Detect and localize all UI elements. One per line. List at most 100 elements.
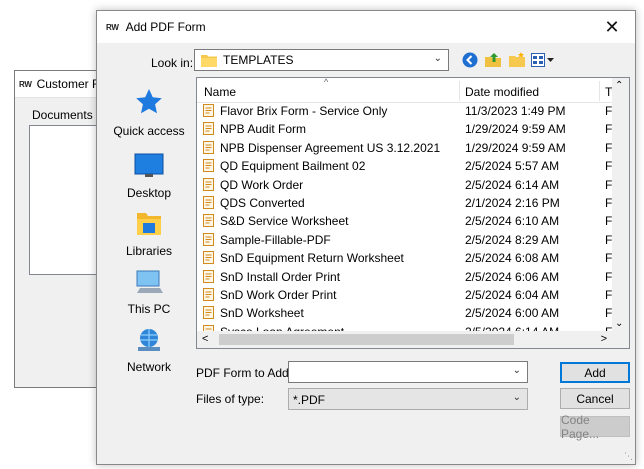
file-date-modified: 2/5/2024 6:14 AM	[465, 177, 560, 192]
places-bar: Quick access Desktop Libraries This PC N…	[105, 77, 193, 374]
computer-icon	[136, 270, 163, 293]
desktop-icon	[134, 153, 164, 177]
chevron-down-icon: ⌄	[512, 392, 521, 403]
file-row[interactable]: QD Work Order2/5/2024 6:14 AMFo	[197, 176, 629, 194]
look-in-label: Look in:	[151, 56, 194, 70]
file-row[interactable]: Sample-Fillable-PDF2/5/2024 8:29 AMFo	[197, 231, 629, 249]
file-date-modified: 2/5/2024 8:29 AM	[465, 232, 560, 247]
file-row[interactable]: QDS Converted2/1/2024 2:16 PMFo	[197, 194, 629, 212]
background-window-title: Customer F	[36, 77, 100, 91]
file-date-modified: 1/29/2024 9:59 AM	[465, 122, 566, 137]
file-row[interactable]: SnD Work Order Print2/5/2024 6:04 AMFo	[197, 286, 629, 304]
file-list[interactable]: Name ^ Date modified Ty Flavor Brix Form…	[196, 77, 630, 349]
place-label: Desktop	[126, 186, 172, 200]
cancel-button[interactable]: Cancel	[560, 388, 630, 409]
back-button[interactable]	[461, 51, 479, 69]
file-name: SnD Install Order Print	[220, 269, 341, 284]
place-label: Quick access	[113, 124, 185, 138]
pdf-file-icon	[203, 177, 214, 191]
file-name: SnD Equipment Return Worksheet	[220, 251, 404, 266]
pdf-form-to-add-label: PDF Form to Add	[196, 366, 289, 380]
file-name: NPB Audit Form	[220, 122, 307, 137]
file-list-header: Name ^ Date modified Ty	[197, 78, 629, 103]
file-row[interactable]: SnD Worksheet2/5/2024 6:00 AMFo	[197, 304, 629, 322]
back-arrow-icon	[462, 52, 478, 68]
file-row[interactable]: SnD Install Order Print2/5/2024 6:06 AMF…	[197, 268, 629, 286]
place-label: This PC	[127, 302, 171, 316]
column-header-name[interactable]: Name	[204, 85, 236, 99]
place-label: Network	[126, 360, 171, 374]
column-divider[interactable]	[599, 81, 600, 101]
add-pdf-form-dialog: RW Add PDF Form ✕ Look in: TEMPLATES ⌄ Q…	[96, 10, 636, 465]
file-name: QDS Converted	[220, 195, 305, 210]
app-logo-icon: RW	[19, 79, 32, 89]
pdf-file-icon	[203, 251, 214, 265]
file-date-modified: 2/5/2024 6:06 AM	[465, 269, 560, 284]
file-date-modified: 2/1/2024 2:16 PM	[465, 195, 560, 210]
files-of-type-value: *.PDF	[293, 393, 326, 407]
file-name: Flavor Brix Form - Service Only	[220, 104, 388, 118]
pdf-file-icon	[203, 287, 214, 301]
sort-ascending-icon: ^	[324, 77, 329, 87]
file-date-modified: 2/5/2024 6:08 AM	[465, 251, 560, 266]
file-row[interactable]: QD Equipment Bailment 02 2/5/2024 5:57 AM…	[197, 157, 629, 175]
file-row[interactable]: SnD Equipment Return Worksheet 2/5/2024 6…	[197, 249, 629, 267]
horizontal-scrollbar[interactable]: < >	[197, 331, 629, 348]
folder-icon	[201, 54, 217, 67]
pdf-file-icon	[203, 159, 214, 173]
resize-grip-icon[interactable]: ⋱	[624, 451, 633, 462]
star-icon	[136, 89, 162, 114]
documents-label: Documents	[32, 108, 93, 122]
close-button[interactable]: ✕	[589, 11, 635, 43]
files-of-type-dropdown[interactable]: *.PDF ⌄	[288, 388, 528, 410]
pdf-form-to-add-input[interactable]: ⌄	[288, 361, 528, 383]
file-name: NPB Dispenser Agreement US 3.12.2021	[220, 140, 441, 155]
file-date-modified: 2/5/2024 6:00 AM	[465, 306, 560, 321]
pdf-file-icon	[203, 104, 214, 117]
dialog-titlebar[interactable]: RW Add PDF Form ✕	[97, 11, 635, 43]
look-in-value: TEMPLATES	[223, 53, 294, 67]
file-name: S&D Service Worksheet	[220, 214, 349, 229]
chevron-down-icon[interactable]: ⌄	[513, 365, 521, 376]
dialog-title: Add PDF Form	[125, 20, 206, 34]
chevron-down-icon: ⌄	[433, 53, 442, 64]
file-date-modified: 2/5/2024 5:57 AM	[465, 159, 560, 174]
new-folder-button[interactable]	[507, 51, 527, 69]
column-divider[interactable]	[459, 81, 460, 101]
column-header-date[interactable]: Date modified	[465, 85, 539, 99]
place-label: Libraries	[125, 244, 173, 258]
place-this-pc[interactable]: This PC	[105, 269, 193, 316]
file-name: Sample-Fillable-PDF	[220, 232, 331, 247]
pdf-file-icon	[203, 195, 214, 209]
scroll-up-icon[interactable]: ⌃	[615, 80, 623, 91]
add-button[interactable]: Add	[560, 362, 630, 383]
place-desktop[interactable]: Desktop	[105, 153, 193, 200]
file-name: SnD Work Order Print	[220, 287, 337, 302]
libraries-icon	[137, 213, 161, 235]
scroll-left-icon[interactable]: <	[202, 333, 208, 345]
vertical-scrollbar[interactable]: ⌃ ⌄	[612, 78, 629, 331]
up-folder-button[interactable]	[483, 51, 503, 69]
horizontal-scroll-thumb[interactable]	[219, 334, 514, 345]
file-row[interactable]: NPB Audit Form1/29/2024 9:59 AMFo	[197, 120, 629, 138]
view-menu-button[interactable]	[531, 51, 555, 69]
file-row[interactable]: Flavor Brix Form - Service Only 11/3/2023…	[197, 102, 629, 120]
file-row[interactable]: NPB Dispenser Agreement US 3.12.2021 1/29…	[197, 139, 629, 157]
new-folder-icon	[509, 52, 525, 67]
code-page-button[interactable]: Code Page...	[560, 413, 630, 441]
file-date-modified: 2/5/2024 6:10 AM	[465, 214, 560, 229]
place-libraries[interactable]: Libraries	[105, 211, 193, 258]
place-quick-access[interactable]: Quick access	[105, 87, 193, 138]
file-date-modified: 2/5/2024 6:04 AM	[465, 287, 560, 302]
look-in-dropdown[interactable]: TEMPLATES ⌄	[194, 49, 449, 71]
file-date-modified: 11/3/2023 1:49 PM	[465, 104, 566, 118]
place-network[interactable]: Network	[105, 327, 193, 374]
network-icon	[138, 329, 160, 351]
pdf-file-icon	[203, 140, 214, 154]
view-menu-icon	[531, 53, 554, 67]
scroll-right-icon[interactable]: >	[601, 333, 607, 345]
scroll-down-icon[interactable]: ⌄	[615, 318, 623, 329]
file-row[interactable]: S&D Service Worksheet2/5/2024 6:10 AMFo	[197, 212, 629, 230]
pdf-file-icon	[203, 214, 214, 228]
file-rows: Flavor Brix Form - Service Only 11/3/2023…	[197, 102, 629, 341]
